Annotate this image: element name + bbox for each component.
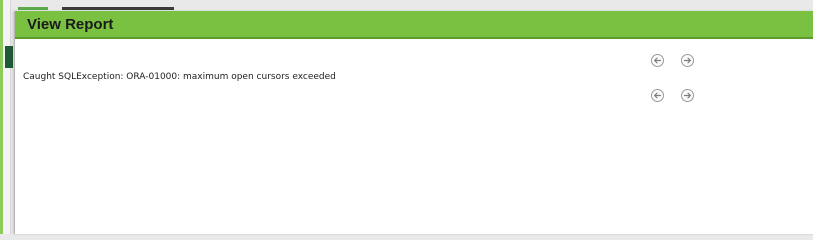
prev-page-button[interactable] bbox=[651, 54, 664, 67]
side-tab[interactable] bbox=[5, 46, 13, 68]
top-tab-active[interactable] bbox=[18, 7, 48, 10]
dialog-content: Caught SQLException: ORA-01000: maximum … bbox=[15, 39, 813, 235]
page-background bbox=[3, 0, 11, 234]
arrow-left-circle-icon bbox=[653, 91, 662, 100]
dialog-titlebar: View Report bbox=[15, 11, 813, 39]
next-page-button-secondary[interactable] bbox=[681, 89, 694, 102]
prev-page-button-secondary[interactable] bbox=[651, 89, 664, 102]
arrow-right-circle-icon bbox=[683, 91, 692, 100]
dialog-title: View Report bbox=[27, 15, 114, 33]
top-tab[interactable] bbox=[62, 7, 174, 10]
arrow-right-circle-icon bbox=[683, 56, 692, 65]
next-page-button[interactable] bbox=[681, 54, 694, 67]
error-message: Caught SQLException: ORA-01000: maximum … bbox=[23, 72, 336, 82]
arrow-left-circle-icon bbox=[653, 56, 662, 65]
screen: View Report Caught SQLException: ORA-010… bbox=[0, 0, 813, 235]
view-report-dialog: View Report Caught SQLException: ORA-010… bbox=[14, 11, 813, 235]
